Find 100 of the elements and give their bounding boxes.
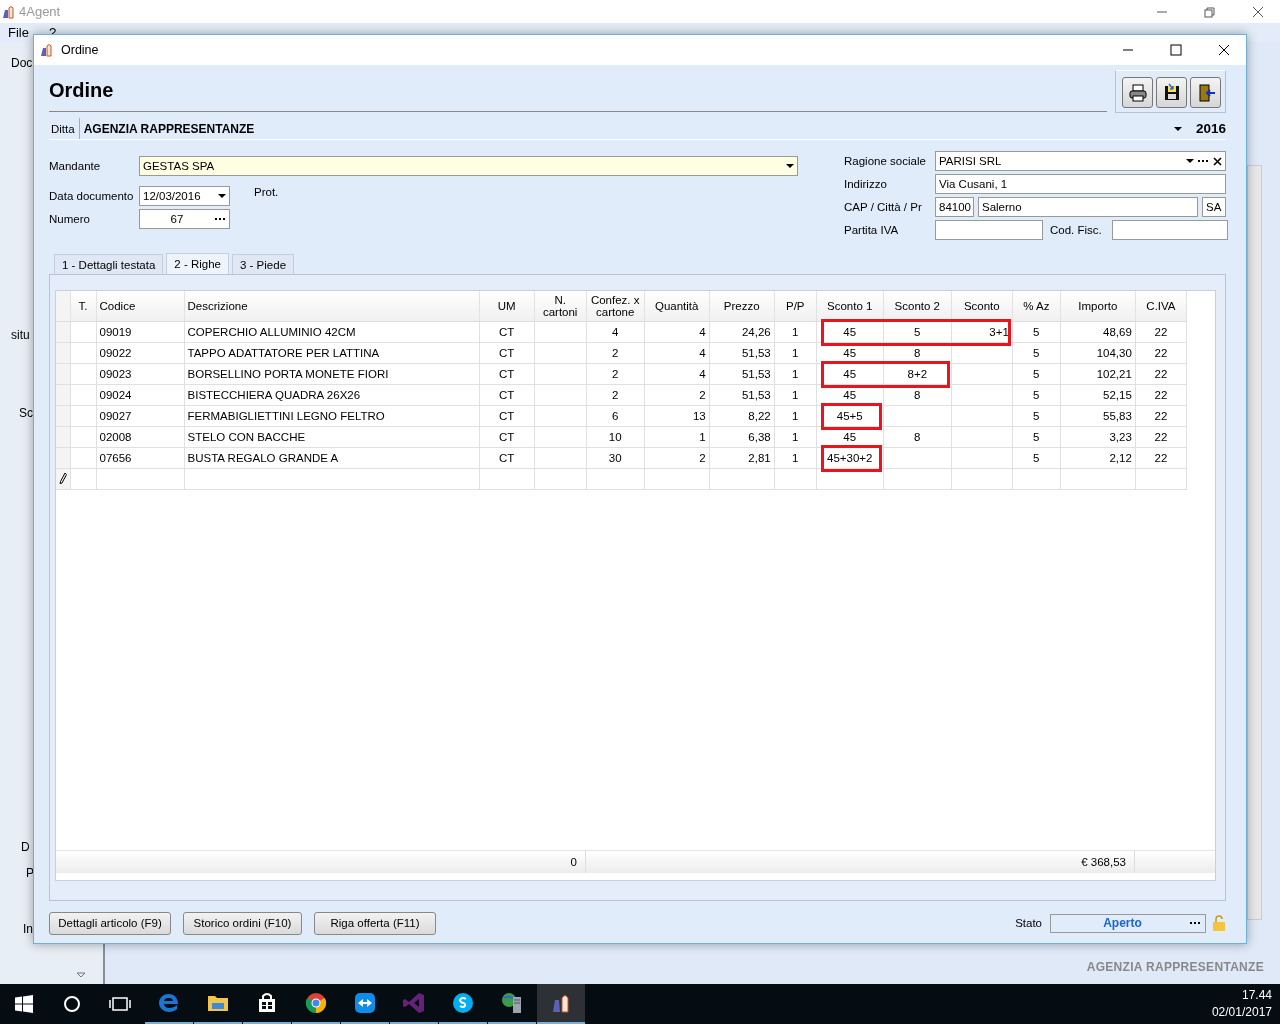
column-header[interactable]: Importo bbox=[1060, 291, 1136, 321]
status-field[interactable]: Aperto bbox=[1050, 913, 1206, 933]
tab[interactable]: 3 - Piede bbox=[232, 254, 295, 274]
table-cell: 1 bbox=[774, 405, 817, 426]
vat-field[interactable] bbox=[935, 220, 1043, 240]
table-cell: 2 bbox=[586, 384, 645, 405]
close-icon[interactable] bbox=[1251, 5, 1265, 18]
date-field[interactable]: 12/03/2016 bbox=[139, 186, 230, 206]
column-header[interactable]: Prezzo bbox=[709, 291, 775, 321]
column-header[interactable]: P/P bbox=[774, 291, 817, 321]
table-cell: 1 bbox=[774, 384, 817, 405]
search-icon[interactable] bbox=[63, 995, 81, 1013]
company-dropdown[interactable]: AGENZIA RAPPRESENTANZE bbox=[79, 118, 1182, 139]
column-header[interactable]: Quantità bbox=[644, 291, 710, 321]
dropdown-arrow-icon[interactable] bbox=[786, 164, 794, 168]
table-cell: 55,83 bbox=[1060, 405, 1136, 426]
menu-item[interactable]: File bbox=[8, 25, 29, 40]
taskbar-button[interactable] bbox=[536, 984, 585, 1024]
table-cell: 07656 bbox=[96, 447, 185, 468]
action-button[interactable]: Riga offerta (F11) bbox=[314, 911, 436, 935]
column-header[interactable]: Descrizione bbox=[184, 291, 480, 321]
column-header[interactable]: Confez. x cartone bbox=[586, 291, 645, 321]
table-cell: 8,22 bbox=[709, 405, 775, 426]
action-button[interactable]: Storico ordini (F10) bbox=[183, 911, 302, 935]
tab[interactable]: 2 - Righe bbox=[166, 253, 229, 274]
table-cell: 2,81 bbox=[709, 447, 775, 468]
table-cell: 104,30 bbox=[1060, 342, 1136, 363]
postcode-field[interactable]: 84100 bbox=[935, 197, 974, 217]
exit-door-button[interactable] bbox=[1190, 77, 1221, 108]
scrollbar[interactable] bbox=[1247, 165, 1262, 920]
table-cell: 45+5 bbox=[816, 405, 884, 426]
pencil-icon bbox=[59, 471, 67, 484]
table-cell: CT bbox=[479, 426, 535, 447]
remote-icon[interactable] bbox=[352, 991, 377, 1015]
dropdown-arrow-icon[interactable] bbox=[1174, 126, 1182, 131]
field-label: Prot. bbox=[254, 186, 279, 198]
table-cell: 1 bbox=[774, 321, 817, 342]
windows-start-icon[interactable] bbox=[15, 995, 33, 1013]
table-cell: CT bbox=[479, 321, 535, 342]
table-cell: FERMABIGLIETTINI LEGNO FELTRO bbox=[184, 405, 480, 426]
more-icon[interactable] bbox=[1198, 159, 1209, 163]
year-label: 2016 bbox=[1194, 121, 1226, 136]
company-name-field[interactable]: PARISI SRL bbox=[935, 151, 1226, 171]
table-cell: 8 bbox=[883, 384, 952, 405]
column-header[interactable]: T. bbox=[70, 291, 96, 321]
table-cell: 5 bbox=[1012, 447, 1061, 468]
table-cell: 09023 bbox=[96, 363, 185, 384]
address-field[interactable]: Via Cusani, 1 bbox=[935, 174, 1226, 194]
number-field[interactable]: 67 bbox=[139, 209, 230, 229]
browser-icon[interactable] bbox=[303, 991, 328, 1015]
server-icon[interactable] bbox=[499, 991, 524, 1015]
table-cell: 102,21 bbox=[1060, 363, 1136, 384]
more-icon[interactable] bbox=[215, 217, 226, 221]
save-button[interactable] bbox=[1156, 77, 1187, 108]
field-label: Indirizzo bbox=[844, 178, 888, 190]
table-cell: 5 bbox=[1012, 342, 1061, 363]
more-icon[interactable] bbox=[1190, 921, 1201, 925]
column-header[interactable]: % Az bbox=[1012, 291, 1061, 321]
field-label: Ragione sociale bbox=[844, 155, 927, 167]
column-header[interactable]: C.IVA bbox=[1135, 291, 1187, 321]
mandante-dropdown[interactable]: GESTAS SPA bbox=[139, 156, 798, 176]
city-field[interactable]: Salerno bbox=[978, 197, 1198, 217]
table-cell: 5 bbox=[1012, 426, 1061, 447]
print-button[interactable] bbox=[1122, 77, 1153, 108]
table-cell: 5 bbox=[1012, 384, 1061, 405]
restore-icon[interactable] bbox=[1203, 5, 1217, 18]
caret-icon[interactable] bbox=[76, 972, 86, 978]
sidebar-text: Doc bbox=[11, 56, 33, 70]
tax-code-field[interactable] bbox=[1111, 220, 1228, 240]
province-field[interactable]: SA bbox=[1202, 197, 1226, 217]
table-cell: STELO CON BACCHE bbox=[184, 426, 480, 447]
close-icon[interactable] bbox=[1217, 44, 1231, 56]
table-cell: 22 bbox=[1135, 384, 1187, 405]
table-cell: 1 bbox=[774, 363, 817, 384]
column-header[interactable]: Sconto bbox=[951, 291, 1013, 321]
clear-icon[interactable] bbox=[1213, 156, 1222, 166]
table-cell: 45 bbox=[816, 342, 884, 363]
maximize-icon[interactable] bbox=[1169, 44, 1183, 56]
dropdown-arrow-icon[interactable] bbox=[1186, 159, 1194, 163]
table-cell: 52,15 bbox=[1060, 384, 1136, 405]
table-cell: 5 bbox=[1012, 321, 1061, 342]
clock-date: 02/01/2017 bbox=[1211, 1004, 1272, 1021]
action-button[interactable]: Dettagli articolo (F9) bbox=[49, 911, 171, 935]
table-cell: 13 bbox=[644, 405, 710, 426]
table-cell: 45 bbox=[816, 363, 884, 384]
field-label: Partita IVA bbox=[844, 224, 900, 236]
tab[interactable]: 1 - Dettagli testata bbox=[54, 254, 164, 274]
column-header[interactable]: UM bbox=[479, 291, 535, 321]
table-cell: CT bbox=[479, 363, 535, 384]
column-header[interactable]: Codice bbox=[96, 291, 185, 321]
table-cell: 10 bbox=[586, 426, 645, 447]
dropdown-arrow-icon[interactable] bbox=[218, 194, 226, 198]
column-header[interactable]: Sconto 2 bbox=[883, 291, 952, 321]
app-title: 4Agent bbox=[19, 4, 61, 19]
table-cell: 6 bbox=[586, 405, 645, 426]
chat-icon[interactable] bbox=[450, 991, 475, 1015]
task-view-icon[interactable] bbox=[109, 996, 131, 1012]
column-header[interactable]: Sconto 1 bbox=[816, 291, 884, 321]
column-header[interactable]: N. cartoni bbox=[534, 291, 587, 321]
table-cell: 22 bbox=[1135, 447, 1187, 468]
